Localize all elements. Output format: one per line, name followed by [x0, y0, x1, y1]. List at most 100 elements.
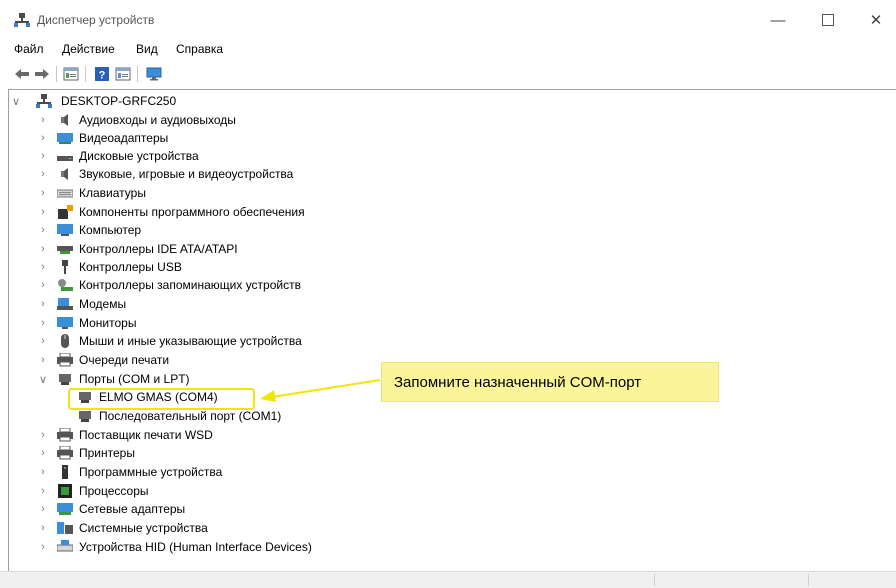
tree-item-sound[interactable]: › Звуковые, игровые и видеоустройства: [9, 165, 409, 183]
properties-icon[interactable]: [63, 66, 79, 82]
forward-arrow-icon[interactable]: [34, 66, 50, 82]
tree-item-disk-drives[interactable]: › Дисковые устройства: [9, 147, 409, 165]
disk-drive-icon: [57, 156, 73, 161]
tree-item-label: Компоненты программного обеспечения: [79, 205, 305, 219]
tree-item-software-devices[interactable]: › Программные устройства: [9, 463, 409, 481]
chevron-right-icon[interactable]: ›: [38, 184, 48, 202]
tree-item-monitors[interactable]: › Мониторы: [9, 314, 409, 332]
chevron-right-icon[interactable]: ›: [38, 295, 48, 313]
tree-item-label: Контроллеры запоминающих устройств: [79, 278, 301, 292]
chevron-right-icon[interactable]: ›: [38, 444, 48, 462]
tree-item-label: Программные устройства: [79, 465, 223, 479]
chevron-right-icon[interactable]: ›: [38, 276, 48, 294]
chevron-right-icon[interactable]: ›: [38, 482, 48, 500]
printer-icon: [57, 428, 73, 442]
toolbar-separator: [56, 66, 57, 82]
device-tree: ∨ DESKTOP-GRFC250 › Аудиовходы и аудиовы…: [8, 89, 896, 572]
software-device-icon: [62, 465, 68, 479]
tree-item-label: Последовательный порт (COM1): [99, 409, 282, 423]
title-bar: Диспетчер устройств — ✕: [0, 0, 896, 38]
device-manager-icon: [14, 13, 30, 27]
tree-item-label: Порты (COM и LPT): [79, 372, 190, 386]
computer-icon: [57, 224, 73, 236]
chevron-right-icon[interactable]: ›: [38, 111, 48, 129]
tree-item-print-queues[interactable]: › Очереди печати: [9, 351, 409, 369]
svg-text:?: ?: [99, 70, 106, 82]
system-device-icon: [57, 522, 73, 534]
chevron-down-icon[interactable]: ∨: [38, 370, 48, 388]
minimize-icon: —: [770, 11, 786, 29]
tree-item-wsd-print[interactable]: › Поставщик печати WSD: [9, 426, 409, 444]
chevron-right-icon[interactable]: ›: [38, 129, 48, 147]
computer-network-icon: [36, 94, 52, 108]
tree-item-label: Контроллеры USB: [79, 260, 182, 274]
tree-item-label: Очереди печати: [79, 353, 170, 367]
chevron-right-icon[interactable]: ›: [38, 314, 48, 332]
toolbar-separator: [137, 66, 138, 82]
tree-item-network-adapters[interactable]: › Сетевые адаптеры: [9, 500, 409, 518]
view-details-icon[interactable]: [115, 66, 131, 82]
tree-item-modems[interactable]: › Модемы: [9, 295, 409, 313]
ide-controller-icon: [57, 246, 73, 254]
tree-item-label: Компьютер: [79, 223, 142, 237]
maximize-icon: [822, 14, 834, 26]
tree-item-label: Видеоадаптеры: [79, 131, 169, 145]
tree-item-processors[interactable]: › Процессоры: [9, 482, 409, 500]
tree-root[interactable]: ∨ DESKTOP-GRFC250: [9, 92, 309, 110]
help-icon[interactable]: ?: [94, 66, 110, 82]
scan-hardware-icon[interactable]: [146, 66, 162, 82]
chevron-right-icon[interactable]: ›: [38, 258, 48, 276]
tree-item-storage-controllers[interactable]: › Контроллеры запоминающих устройств: [9, 276, 409, 294]
port-icon: [59, 374, 71, 385]
chevron-right-icon[interactable]: ›: [38, 203, 48, 221]
minimize-button[interactable]: —: [758, 8, 798, 32]
port-icon: [79, 411, 91, 422]
tree-item-label: Процессоры: [79, 484, 149, 498]
status-bar: [0, 571, 896, 588]
chevron-right-icon[interactable]: ›: [38, 463, 48, 481]
chevron-right-icon[interactable]: ›: [38, 147, 48, 165]
chevron-right-icon[interactable]: ›: [38, 332, 48, 350]
menu-view[interactable]: Вид: [136, 42, 158, 56]
chevron-right-icon[interactable]: ›: [38, 426, 48, 444]
tree-item-usb-controllers[interactable]: › Контроллеры USB: [9, 258, 409, 276]
menu-file[interactable]: Файл: [14, 42, 44, 56]
chevron-right-icon[interactable]: ›: [38, 351, 48, 369]
chevron-right-icon[interactable]: ›: [38, 221, 48, 239]
tree-item-label: Контроллеры IDE ATA/ATAPI: [79, 242, 238, 256]
processor-icon: [58, 484, 72, 498]
tree-item-label: Мыши и иные указывающие устройства: [79, 334, 302, 348]
tree-item-mice[interactable]: › Мыши и иные указывающие устройства: [9, 332, 409, 350]
tree-item-audio[interactable]: › Аудиовходы и аудиовыходы: [9, 111, 409, 129]
chevron-right-icon[interactable]: ›: [38, 519, 48, 537]
chevron-right-icon[interactable]: ›: [38, 538, 48, 556]
tree-item-label: Звуковые, игровые и видеоустройства: [79, 167, 294, 181]
software-component-icon: [58, 205, 73, 219]
tree-item-system-devices[interactable]: › Системные устройства: [9, 519, 409, 537]
status-divider: [808, 574, 809, 586]
chevron-right-icon[interactable]: ›: [38, 240, 48, 258]
tree-item-ide-controllers[interactable]: › Контроллеры IDE ATA/ATAPI: [9, 240, 409, 258]
tree-item-keyboards[interactable]: › Клавиатуры: [9, 184, 409, 202]
callout-text: Запомните назначенный COM-порт: [394, 373, 642, 391]
maximize-button[interactable]: [808, 8, 848, 32]
tree-item-display-adapters[interactable]: › Видеоадаптеры: [9, 129, 409, 147]
chevron-right-icon[interactable]: ›: [38, 500, 48, 518]
back-arrow-icon[interactable]: [14, 66, 30, 82]
status-divider: [654, 574, 655, 586]
tree-item-computer[interactable]: › Компьютер: [9, 221, 409, 239]
tree-item-software-components[interactable]: › Компоненты программного обеспечения: [9, 203, 409, 221]
close-button[interactable]: ✕: [856, 8, 896, 32]
menu-action[interactable]: Действие: [62, 42, 115, 56]
storage-controller-icon: [58, 279, 73, 291]
toolbar: ?: [0, 62, 896, 86]
chevron-right-icon[interactable]: ›: [38, 165, 48, 183]
tree-item-label: Дисковые устройства: [79, 149, 199, 163]
window-title: Диспетчер устройств: [37, 13, 155, 27]
tree-item-hid[interactable]: › Устройства HID (Human Interface Device…: [9, 538, 429, 556]
usb-icon: [62, 260, 68, 274]
monitor-icon: [57, 317, 73, 329]
tree-item-printers[interactable]: › Принтеры: [9, 444, 409, 462]
menu-help[interactable]: Справка: [176, 42, 223, 56]
chevron-down-icon[interactable]: ∨: [11, 92, 21, 110]
